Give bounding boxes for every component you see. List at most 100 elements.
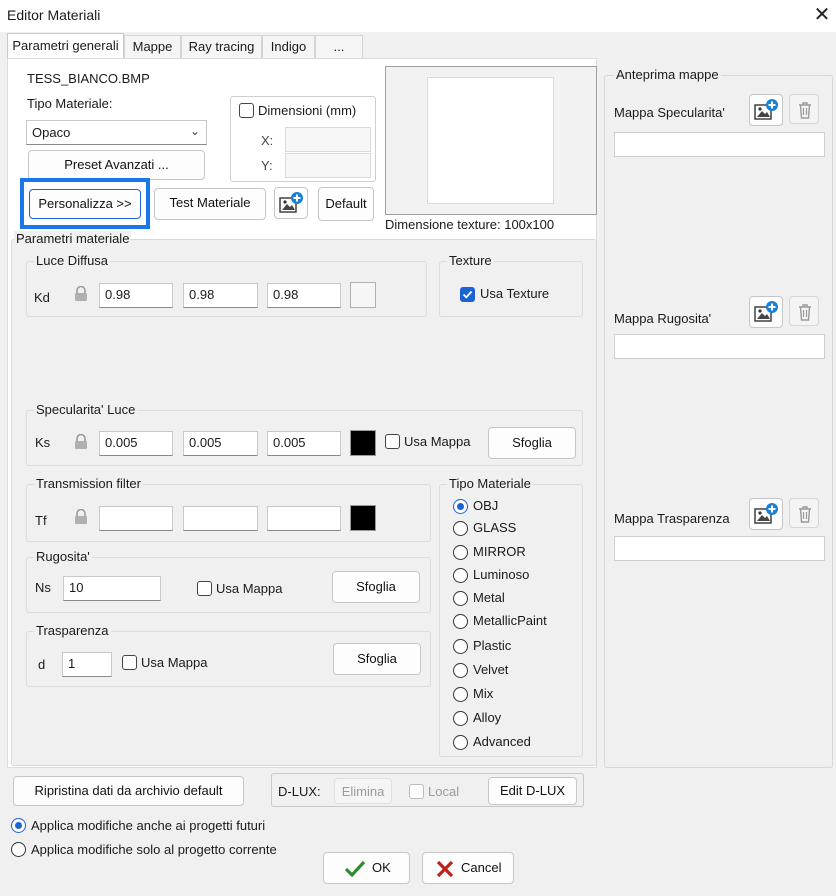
test-materiale-button[interactable]: Test Materiale xyxy=(154,188,266,220)
local-checkbox[interactable] xyxy=(409,784,424,799)
tab-indigo[interactable]: Indigo xyxy=(262,35,315,58)
mappa-rugosita-add-button[interactable] xyxy=(749,296,783,328)
edit-dlux-button[interactable]: Edit D-LUX xyxy=(488,777,577,805)
close-icon[interactable]: ✕ xyxy=(810,4,834,28)
cancel-button[interactable]: Cancel xyxy=(422,852,514,884)
tf-label: Tf xyxy=(35,513,47,528)
transmission-title: Transmission filter xyxy=(34,476,143,491)
mappa-rugosita-field[interactable] xyxy=(614,334,825,359)
tipo-radio-label: OBJ xyxy=(473,498,499,513)
tipo-materiale-title: Tipo Materiale xyxy=(447,476,533,491)
check-icon xyxy=(462,290,473,299)
mappa-specularita-add-button[interactable] xyxy=(749,94,783,126)
ok-button[interactable]: OK xyxy=(323,852,410,884)
rugosita-usa-mappa-checkbox[interactable] xyxy=(197,581,212,596)
y-field[interactable] xyxy=(285,153,371,178)
rugosita-usa-mappa-label: Usa Mappa xyxy=(216,581,283,596)
transmission-color-swatch[interactable] xyxy=(350,505,376,531)
add-image-button[interactable] xyxy=(274,187,308,219)
tipo-radio-label: Mix xyxy=(473,686,494,701)
chevron-down-icon: ⌄ xyxy=(189,124,200,138)
mappa-trasparenza-label: Mappa Trasparenza xyxy=(614,511,730,526)
tab-mappe[interactable]: Mappe xyxy=(124,35,181,58)
mappa-rugosita-delete-button[interactable] xyxy=(789,296,819,326)
preset-avanzati-button[interactable]: Preset Avanzati ... xyxy=(28,150,205,180)
kd-r-field[interactable]: 0.98 xyxy=(99,283,173,308)
local-label: Local xyxy=(428,784,460,799)
mappa-specularita-field[interactable] xyxy=(614,132,825,157)
d-label: d xyxy=(38,657,46,672)
lock-icon[interactable] xyxy=(74,434,88,450)
texture-preview xyxy=(385,66,597,215)
dimensioni-label: Dimensioni (mm) xyxy=(258,103,359,118)
tipo-radio-label: Alloy xyxy=(473,710,502,725)
tipo-radio-obj[interactable] xyxy=(453,499,468,514)
mappa-trasparenza-add-button[interactable] xyxy=(749,498,783,530)
diffuse-color-swatch[interactable] xyxy=(350,282,376,308)
tipo-radio-label: GLASS xyxy=(473,520,517,535)
mappa-trasparenza-field[interactable] xyxy=(614,536,825,561)
tf-b-field[interactable] xyxy=(267,506,341,531)
tf-g-field[interactable] xyxy=(183,506,258,531)
lock-icon[interactable] xyxy=(74,509,88,525)
tipo-radio-label: Velvet xyxy=(473,662,509,677)
specular-usa-mappa-checkbox[interactable] xyxy=(385,434,400,449)
trasparenza-usa-mappa-label: Usa Mappa xyxy=(141,655,208,670)
ns-label: Ns xyxy=(35,580,51,595)
default-button[interactable]: Default xyxy=(318,187,374,221)
tab-ray-tracing[interactable]: Ray tracing xyxy=(181,35,262,58)
ns-field[interactable]: 10 xyxy=(63,576,161,601)
specular-color-swatch[interactable] xyxy=(350,430,376,456)
anteprima-mappe-title: Anteprima mappe xyxy=(614,67,721,82)
x-icon xyxy=(436,860,454,888)
d-field[interactable]: 1 xyxy=(62,652,112,677)
trash-icon xyxy=(799,102,811,119)
tipo-radio-luminoso[interactable] xyxy=(453,568,468,583)
specular-sfoglia-button[interactable]: Sfoglia xyxy=(488,427,576,459)
dimensioni-checkbox[interactable] xyxy=(239,103,254,118)
x-field[interactable] xyxy=(285,127,371,152)
kd-g-field[interactable]: 0.98 xyxy=(183,283,258,308)
tipo-radio-advanced[interactable] xyxy=(453,735,468,750)
tipo-radio-metallicpaint[interactable] xyxy=(453,614,468,629)
tipo-radio-metal[interactable] xyxy=(453,591,468,606)
add-image-icon xyxy=(754,99,778,120)
check-icon xyxy=(344,859,366,889)
ripristina-button[interactable]: Ripristina dati da archivio default xyxy=(13,776,244,806)
tipo-radio-alloy[interactable] xyxy=(453,711,468,726)
tab-more[interactable]: ... xyxy=(315,35,363,58)
lock-icon[interactable] xyxy=(74,286,88,302)
tab-parametri-generali[interactable]: Parametri generali xyxy=(7,33,124,59)
usa-texture-label: Usa Texture xyxy=(480,286,550,301)
usa-texture-checkbox[interactable] xyxy=(460,287,475,302)
apply-future-radio[interactable] xyxy=(11,818,26,833)
personalizza-button[interactable]: Personalizza >> xyxy=(29,189,141,219)
tf-r-field[interactable] xyxy=(99,506,173,531)
anteprima-mappe-group xyxy=(604,75,833,768)
tipo-radio-label: MetallicPaint xyxy=(473,613,547,628)
texture-dimension: Dimensione texture: 100x100 xyxy=(385,217,555,232)
ks-g-field[interactable]: 0.005 xyxy=(183,431,258,456)
add-image-icon xyxy=(754,503,778,524)
trasparenza-sfoglia-button[interactable]: Sfoglia xyxy=(333,643,421,675)
kd-b-field[interactable]: 0.98 xyxy=(267,283,341,308)
tipo-radio-velvet[interactable] xyxy=(453,663,468,678)
specularita-title: Specularita' Luce xyxy=(34,402,138,417)
kd-label: Kd xyxy=(34,290,50,305)
apply-current-label: Applica modifiche solo al progetto corre… xyxy=(31,842,277,857)
tipo-radio-plastic[interactable] xyxy=(453,639,468,654)
elimina-button[interactable]: Elimina xyxy=(334,778,392,804)
add-image-icon xyxy=(754,301,778,322)
tipo-radio-mirror[interactable] xyxy=(453,545,468,560)
trasparenza-usa-mappa-checkbox[interactable] xyxy=(122,655,137,670)
mappa-specularita-delete-button[interactable] xyxy=(789,94,819,124)
ks-r-field[interactable]: 0.005 xyxy=(99,431,173,456)
mappa-trasparenza-delete-button[interactable] xyxy=(789,498,819,528)
rugosita-sfoglia-button[interactable]: Sfoglia xyxy=(332,571,420,603)
tipo-radio-glass[interactable] xyxy=(453,521,468,536)
specular-usa-mappa-label: Usa Mappa xyxy=(404,434,471,449)
tipo-materiale-select[interactable]: Opaco ⌄ xyxy=(26,120,207,145)
tipo-radio-mix[interactable] xyxy=(453,687,468,702)
apply-current-radio[interactable] xyxy=(11,842,26,857)
ks-b-field[interactable]: 0.005 xyxy=(267,431,341,456)
